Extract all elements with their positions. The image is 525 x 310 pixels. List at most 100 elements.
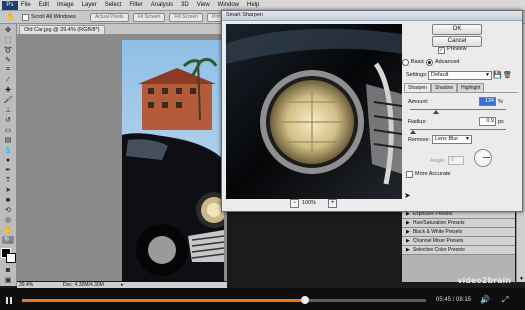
menu-filter[interactable]: Filter xyxy=(129,2,142,8)
video-watermark: video2brain xyxy=(457,276,511,285)
lasso-tool-icon[interactable]: ➰ xyxy=(2,46,14,54)
progress-scrubber[interactable] xyxy=(300,296,309,304)
scroll-down-icon[interactable]: ▼ xyxy=(517,276,525,282)
total-time: 08:15 xyxy=(456,297,472,303)
background-color-swatch[interactable] xyxy=(6,253,16,263)
menu-select[interactable]: Select xyxy=(105,2,122,8)
clone-stamp-tool-icon[interactable]: ⊥ xyxy=(2,106,14,114)
foreground-background-colors[interactable] xyxy=(1,248,16,263)
fullscreen-icon[interactable]: ⤢ xyxy=(502,295,508,305)
settings-select[interactable]: Default ▼ xyxy=(428,71,492,80)
delete-settings-icon[interactable]: 🗑 xyxy=(503,71,512,79)
angle-input[interactable]: 0 xyxy=(448,156,464,165)
actual-pixels-button[interactable]: Actual Pixels xyxy=(89,12,129,22)
move-tool-icon[interactable]: ✥ xyxy=(2,26,14,34)
time-display: 05:45 / 08:15 xyxy=(436,297,471,303)
smart-sharpen-dialog: Smart Sharpen − 100% + OK Cancel ✓ Previ… xyxy=(221,10,523,212)
fit-screen-button[interactable]: Fit Screen xyxy=(132,12,166,22)
brush-tool-icon[interactable]: 🖌 xyxy=(2,96,14,104)
menu-analysis[interactable]: Analysis xyxy=(151,2,173,8)
hand-tool-icon[interactable]: ✋ xyxy=(2,226,14,234)
current-time: 05:45 xyxy=(436,297,452,303)
amount-slider-track[interactable] xyxy=(410,109,506,110)
marquee-tool-icon[interactable]: ⬚ xyxy=(2,36,14,44)
zoom-out-button[interactable]: − xyxy=(290,199,299,208)
advanced-label: Advanced xyxy=(435,59,460,65)
menu-file[interactable]: File xyxy=(21,2,31,8)
tab-bar: Sharpen Shadow Highlight xyxy=(404,83,518,93)
3d-rotate-tool-icon[interactable]: ⟲ xyxy=(2,206,14,214)
document-tab[interactable]: Old Car.jpg @ 39.4% (RGB/8*) xyxy=(19,25,105,34)
remove-select[interactable]: Lens Blur ▼ xyxy=(432,135,472,144)
pause-bar-left xyxy=(6,297,8,304)
menu-help[interactable]: Help xyxy=(247,2,259,8)
screen-mode-icon[interactable]: ▣ xyxy=(2,276,14,284)
preset-label: Selective Color Presets xyxy=(412,247,465,253)
mouse-cursor-icon: ➤ xyxy=(404,191,411,200)
angle-value: 0 xyxy=(451,157,455,163)
ok-button[interactable]: OK xyxy=(432,24,482,35)
radius-slider-track[interactable] xyxy=(410,129,506,130)
crop-tool-icon[interactable]: ⌗ xyxy=(2,66,14,74)
menu-3d[interactable]: 3D xyxy=(181,2,189,8)
zoom-in-button[interactable]: + xyxy=(328,199,337,208)
preview-checkbox[interactable]: ✓ xyxy=(438,47,445,54)
path-select-tool-icon[interactable]: ➤ xyxy=(2,186,14,194)
shape-tool-icon[interactable]: ■ xyxy=(2,196,14,204)
expand-arrow-icon: ▶ xyxy=(406,229,410,235)
eyedropper-tool-icon[interactable]: ⁄ xyxy=(2,76,14,84)
preset-label: Channel Mixer Presets xyxy=(412,238,464,244)
pause-icon[interactable] xyxy=(6,297,13,304)
menu-image[interactable]: Image xyxy=(57,2,74,8)
document-tab-bar: Old Car.jpg @ 39.4% (RGB/8*) xyxy=(17,24,227,35)
settings-value: Default xyxy=(431,72,449,78)
type-tool-icon[interactable]: T xyxy=(2,176,14,184)
zoom-tool-icon[interactable]: 🔍 xyxy=(2,236,14,244)
scroll-all-windows-label: Scroll All Windows xyxy=(31,14,76,20)
amount-label: Amount: xyxy=(408,99,429,105)
gradient-tool-icon[interactable]: ▤ xyxy=(2,136,14,144)
menu-edit[interactable]: Edit xyxy=(39,2,49,8)
menu-view[interactable]: View xyxy=(197,2,210,8)
dialog-title: Smart Sharpen xyxy=(226,12,263,18)
preset-item[interactable]: ▶ Channel Mixer Presets xyxy=(402,237,515,246)
tab-highlight[interactable]: Highlight xyxy=(456,83,485,92)
preset-item[interactable]: ▶ Hue/Saturation Presets xyxy=(402,219,515,228)
pen-tool-icon[interactable]: ✒ xyxy=(2,166,14,174)
preset-item[interactable]: ▶ Selective Color Presets xyxy=(402,246,515,255)
menu-layer[interactable]: Layer xyxy=(82,2,97,8)
save-settings-icon[interactable]: 💾 xyxy=(493,71,502,79)
dialog-title-bar[interactable]: Smart Sharpen xyxy=(222,11,522,21)
radius-slider-thumb[interactable] xyxy=(409,130,416,134)
eraser-tool-icon[interactable]: ▭ xyxy=(2,126,14,134)
history-brush-tool-icon[interactable]: ↺ xyxy=(2,116,14,124)
healing-brush-tool-icon[interactable]: ✚ xyxy=(2,86,14,94)
basic-radio[interactable] xyxy=(402,59,409,66)
preset-label: Black & White Presets xyxy=(412,229,463,235)
scroll-all-windows-checkbox[interactable] xyxy=(22,13,29,21)
menu-window[interactable]: Window xyxy=(218,2,239,8)
advanced-radio[interactable] xyxy=(426,59,433,66)
preset-item[interactable]: ▶ Black & White Presets xyxy=(402,228,515,237)
volume-icon[interactable]: 🔊 xyxy=(480,295,490,304)
blur-tool-icon[interactable]: 💧 xyxy=(2,146,14,154)
more-accurate-checkbox[interactable] xyxy=(406,171,413,178)
quick-select-tool-icon[interactable]: ✎ xyxy=(2,56,14,64)
photoshop-logo: Ps xyxy=(2,0,18,10)
radius-value: 0.9 xyxy=(486,118,494,124)
amount-input[interactable]: 134 xyxy=(479,97,496,106)
canvas-photo[interactable] xyxy=(122,40,224,282)
angle-dial[interactable] xyxy=(474,149,492,167)
quick-mask-icon[interactable]: ◙ xyxy=(2,266,14,274)
amount-slider-thumb[interactable] xyxy=(432,110,439,114)
tab-sharpen[interactable]: Sharpen xyxy=(404,83,431,92)
expand-arrow-icon: ▶ xyxy=(406,238,410,244)
radius-input[interactable]: 0.9 xyxy=(479,117,496,126)
filter-preview[interactable] xyxy=(226,24,402,199)
pause-bar-right xyxy=(10,297,12,304)
tab-shadow[interactable]: Shadow xyxy=(430,83,457,92)
3d-orbit-tool-icon[interactable]: ◎ xyxy=(2,216,14,224)
fill-screen-button[interactable]: Fill Screen xyxy=(169,12,203,22)
amount-value: 134 xyxy=(484,98,494,104)
dodge-tool-icon[interactable]: ● xyxy=(2,156,14,164)
